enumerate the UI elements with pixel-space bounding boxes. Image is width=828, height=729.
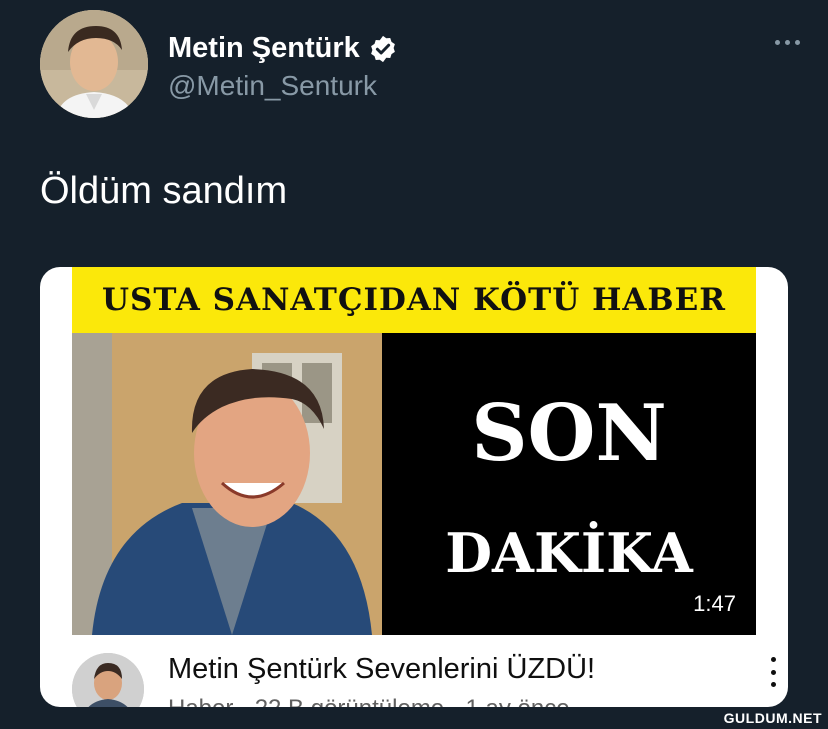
headline-son: SON [471,388,667,479]
verified-badge-icon [370,35,395,62]
video-duration: 1:47 [693,591,736,616]
channel-avatar[interactable] [72,653,144,707]
site-watermark: GULDUM.NET [723,710,822,726]
thumbnail-photo [72,333,382,635]
video-title[interactable]: Metin Şentürk Sevenlerini ÜZDÜ! [168,653,595,686]
headline-dakika: DAKİKA [445,521,693,585]
video-card[interactable]: USTA SANATÇIDAN KÖTÜ HABER SON DAKİKA 1:… [40,267,788,707]
author-handle[interactable]: @Metin_Senturk [168,70,377,102]
author-name[interactable]: Metin Şentürk [168,32,360,65]
more-vertical-icon[interactable] [768,657,778,687]
thumbnail-banner: USTA SANATÇIDAN KÖTÜ HABER [72,267,756,333]
banner-text: USTA SANATÇIDAN KÖTÜ HABER [101,282,727,318]
more-horizontal-icon[interactable] [760,32,800,52]
video-thumbnail[interactable]: USTA SANATÇIDAN KÖTÜ HABER SON DAKİKA 1:… [72,267,756,635]
tweet-header: Metin Şentürk @Metin_Senturk [40,10,800,120]
video-subtitle: Haber · 22 B görüntüleme · 1 ay önce [168,695,570,707]
tweet-text: Öldüm sandım [40,170,288,212]
headline-panel: SON DAKİKA 1:47 [382,333,756,635]
author-avatar[interactable] [40,10,148,118]
video-meta: Metin Şentürk Sevenlerini ÜZDÜ! Haber · … [72,647,776,707]
